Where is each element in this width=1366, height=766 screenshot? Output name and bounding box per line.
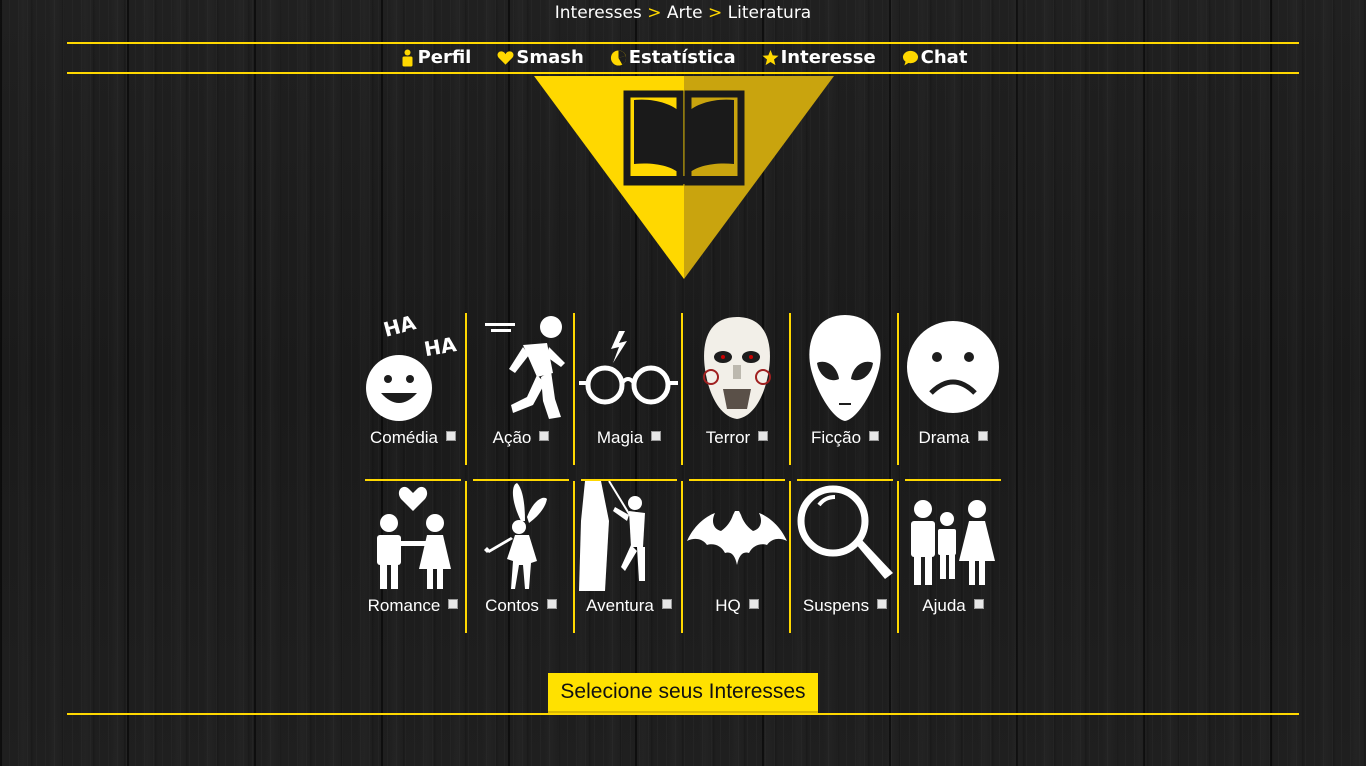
magnifier-icon: [797, 485, 893, 579]
nav-interesse[interactable]: Interesse: [762, 47, 876, 68]
climber-icon: [579, 481, 645, 591]
genre-ajuda-label-wrap: Ajuda: [899, 596, 1007, 616]
jigsaw-mask-icon: [703, 317, 771, 419]
select-interests-button[interactable]: Selecione seus Interesses: [548, 673, 818, 713]
nav-smash[interactable]: Smash: [497, 47, 584, 68]
genre-drama-checkbox[interactable]: [977, 431, 988, 441]
bat-symbol-icon: [687, 511, 787, 565]
genre-magia-label: Magia: [596, 428, 644, 447]
main-nav: Perfil Smash Estatística Interesse Chat: [0, 47, 1366, 68]
person-icon: [402, 49, 413, 66]
genre-romance-label-wrap: Romance: [359, 596, 467, 616]
genre-row-2: Romance Contos Aventura HQ Suspens Ajuda: [359, 481, 1007, 633]
genre-ajuda[interactable]: Ajuda: [899, 481, 1007, 633]
genre-drama-label-wrap: Drama: [899, 428, 1007, 448]
genre-terror-checkbox[interactable]: [758, 431, 769, 441]
nav-perfil-label: Perfil: [417, 47, 472, 68]
genre-magia-label-wrap: Magia: [575, 428, 683, 448]
genre-suspens-label-wrap: Suspens: [791, 596, 899, 616]
header-top-divider: [67, 42, 1299, 44]
genre-acao-checkbox[interactable]: [539, 431, 550, 441]
nav-perfil[interactable]: Perfil: [399, 47, 472, 68]
breadcrumb-separator: >: [647, 3, 662, 23]
sad-face-icon: [907, 321, 999, 413]
genre-romance-checkbox[interactable]: [448, 599, 459, 609]
footer-divider: [67, 713, 1299, 715]
genre-ficcao-checkbox[interactable]: [869, 431, 880, 441]
genre-hq-label: HQ: [715, 596, 741, 615]
fairy-icon: [484, 483, 547, 589]
genre-ficcao-label-wrap: Ficção: [791, 428, 899, 448]
genre-suspens-label: Suspens: [802, 596, 870, 615]
genre-ajuda-checkbox[interactable]: [973, 599, 984, 609]
svg-text:HA: HA: [422, 332, 458, 361]
speech-bubble-icon: [902, 50, 918, 66]
running-man-icon: [485, 316, 565, 419]
genre-romance-label: Romance: [367, 596, 441, 615]
family-icon: [911, 500, 995, 585]
couple-heart-icon: [377, 486, 451, 589]
genre-terror[interactable]: Terror: [683, 313, 791, 465]
genre-aventura-checkbox[interactable]: [661, 599, 672, 609]
genre-row-1: HA HA Comédia Ação Magia Terror Ficção D…: [359, 313, 1007, 465]
header-bottom-divider: [67, 72, 1299, 74]
alien-head-icon: [809, 315, 881, 421]
heart-icon: [497, 50, 514, 65]
genre-contos-label: Contos: [485, 596, 539, 615]
genre-drama-label: Drama: [918, 428, 970, 447]
svg-text:HA: HA: [381, 313, 419, 342]
genre-acao-label: Ação: [492, 428, 532, 447]
genre-suspens-checkbox[interactable]: [877, 599, 888, 609]
genre-contos-label-wrap: Contos: [467, 596, 575, 616]
pie-chart-icon: [610, 49, 626, 66]
nav-smash-label: Smash: [516, 47, 584, 68]
genre-terror-label-wrap: Terror: [683, 428, 791, 448]
genre-comedia[interactable]: HA HA Comédia: [359, 313, 467, 465]
genre-magia[interactable]: Magia: [575, 313, 683, 465]
genre-hq-checkbox[interactable]: [748, 599, 759, 609]
nav-chat-label: Chat: [920, 47, 968, 68]
genre-hq-label-wrap: HQ: [683, 596, 791, 616]
nav-estatistica[interactable]: Estatística: [610, 47, 736, 68]
genre-comedia-label: Comédia: [369, 428, 439, 447]
nav-estatistica-label: Estatística: [628, 47, 736, 68]
genre-acao[interactable]: Ação: [467, 313, 575, 465]
genre-contos[interactable]: Contos: [467, 481, 575, 633]
genre-romance[interactable]: Romance: [359, 481, 467, 633]
literature-banner: [534, 76, 834, 279]
nav-interesse-label: Interesse: [780, 47, 876, 68]
genre-drama[interactable]: Drama: [899, 313, 1007, 465]
genre-aventura[interactable]: Aventura: [575, 481, 683, 633]
genre-aventura-label: Aventura: [586, 596, 654, 615]
genre-terror-label: Terror: [705, 428, 751, 447]
glasses-lightning-icon: [579, 331, 678, 405]
genre-comedia-checkbox[interactable]: [446, 431, 457, 441]
breadcrumb: Interesses > Arte > Literatura: [0, 3, 1366, 23]
genre-acao-label-wrap: Ação: [467, 428, 575, 448]
star-icon: [762, 49, 779, 65]
genre-aventura-label-wrap: Aventura: [575, 596, 683, 616]
genre-contos-checkbox[interactable]: [546, 599, 557, 609]
breadcrumb-separator: >: [708, 3, 723, 23]
genre-comedia-label-wrap: Comédia: [359, 428, 467, 448]
genre-grid: HA HA Comédia Ação Magia Terror Ficção D…: [359, 313, 1007, 633]
breadcrumb-item-interesses[interactable]: Interesses: [555, 3, 642, 23]
genre-ajuda-label: Ajuda: [922, 596, 966, 615]
genre-ficcao[interactable]: Ficção: [791, 313, 899, 465]
nav-chat[interactable]: Chat: [902, 47, 968, 68]
genre-suspens[interactable]: Suspens: [791, 481, 899, 633]
genre-hq[interactable]: HQ: [683, 481, 791, 633]
breadcrumb-item-literatura: Literatura: [727, 3, 812, 23]
breadcrumb-item-arte[interactable]: Arte: [667, 3, 703, 23]
laughing-face-icon: HA HA: [366, 313, 459, 421]
genre-magia-checkbox[interactable]: [651, 431, 662, 441]
genre-ficcao-label: Ficção: [810, 428, 862, 447]
